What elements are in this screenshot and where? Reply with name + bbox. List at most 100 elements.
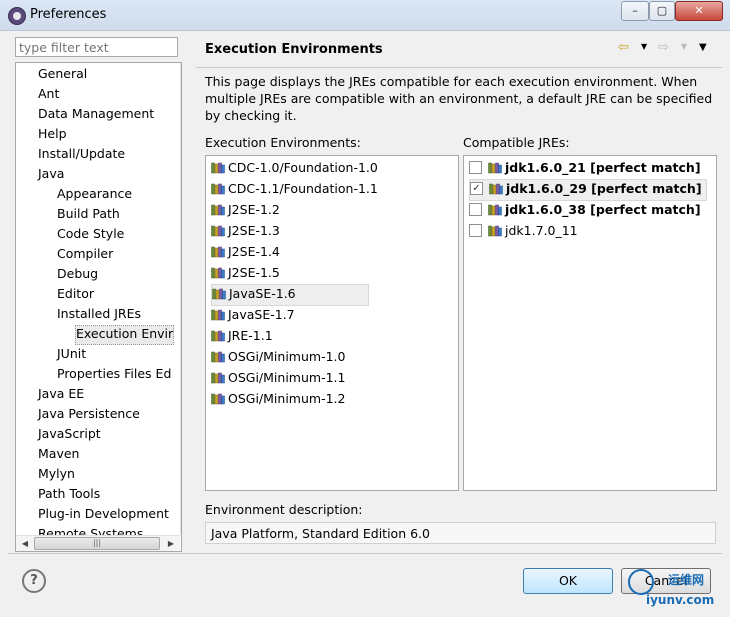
maximize-button[interactable]: ▢: [649, 1, 675, 21]
tree-item[interactable]: Debug: [57, 265, 98, 283]
minimize-button[interactable]: –: [621, 1, 649, 21]
environment-item[interactable]: JavaSE-1.7: [211, 305, 301, 325]
environment-label: OSGi/Minimum-1.0: [228, 349, 346, 364]
jre-item[interactable]: jdk1.6.0_21 [perfect match]: [469, 158, 705, 178]
jre-checkbox[interactable]: ✓: [470, 182, 483, 195]
library-icon: [488, 204, 502, 215]
jre-checkbox[interactable]: [469, 203, 482, 216]
execution-environments-label: Execution Environments:: [205, 135, 361, 150]
tree-item[interactable]: Ant: [38, 85, 59, 103]
environment-item[interactable]: JRE-1.1: [211, 326, 279, 346]
watermark-line1: 运维网: [668, 573, 705, 587]
compatible-jres-label: Compatible JREs:: [463, 135, 570, 150]
tree-item[interactable]: Code Style: [57, 225, 124, 243]
environment-label: J2SE-1.2: [228, 202, 280, 217]
environment-label: OSGi/Minimum-1.2: [228, 391, 346, 406]
library-icon: [211, 393, 225, 404]
library-icon: [489, 183, 503, 194]
tree-item[interactable]: Properties Files Ed: [57, 365, 171, 383]
back-menu-chevron-icon[interactable]: ▼: [641, 42, 647, 51]
compatible-jres-list[interactable]: jdk1.6.0_21 [perfect match] ✓ jdk1.6.0_29 …: [463, 155, 717, 491]
watermark-line2: iyunv.com: [646, 593, 715, 607]
environment-item[interactable]: CDC-1.0/Foundation-1.0: [211, 158, 384, 178]
close-button[interactable]: ✕: [675, 1, 723, 21]
environment-label: CDC-1.0/Foundation-1.0: [228, 160, 378, 175]
watermark: 运维网 iyunv.com: [628, 567, 724, 613]
environment-label: JavaSE-1.6: [229, 286, 296, 301]
jre-item[interactable]: jdk1.7.0_11: [469, 221, 582, 241]
environment-label: JavaSE-1.7: [228, 307, 295, 322]
tree-item[interactable]: Maven: [38, 445, 79, 463]
jre-checkbox[interactable]: [469, 161, 482, 174]
tree-item[interactable]: Build Path: [57, 205, 120, 223]
library-icon: [488, 225, 502, 236]
help-icon[interactable]: ?: [22, 569, 46, 593]
environment-label: JRE-1.1: [228, 328, 273, 343]
library-icon: [211, 330, 225, 341]
library-icon: [211, 204, 225, 215]
tree-item[interactable]: Install/Update: [38, 145, 125, 163]
window-title: Preferences: [30, 7, 107, 22]
library-icon: [211, 183, 225, 194]
back-arrow-icon[interactable]: ⇦: [618, 40, 629, 55]
tree-item[interactable]: Data Management: [38, 105, 154, 123]
library-icon: [211, 162, 225, 173]
environment-item[interactable]: J2SE-1.2: [211, 200, 286, 220]
library-icon: [211, 351, 225, 362]
view-menu-icon[interactable]: ▼: [699, 42, 707, 53]
environment-label: J2SE-1.5: [228, 265, 280, 280]
jre-label: jdk1.7.0_11: [505, 223, 578, 238]
footer-divider: [8, 553, 722, 554]
tree-item[interactable]: Java EE: [38, 385, 84, 403]
library-icon: [211, 225, 225, 236]
environment-item[interactable]: J2SE-1.3: [211, 221, 286, 241]
tree-item[interactable]: JUnit: [57, 345, 86, 363]
header-divider: [196, 67, 722, 68]
tree-item[interactable]: Mylyn: [38, 465, 75, 483]
scroll-left-icon[interactable]: ◀: [18, 539, 32, 548]
environment-item[interactable]: JavaSE-1.6: [211, 284, 369, 306]
environment-item[interactable]: J2SE-1.5: [211, 263, 286, 283]
environment-label: CDC-1.1/Foundation-1.1: [228, 181, 378, 196]
page-description: This page displays the JREs compatible f…: [205, 74, 713, 123]
tree-item[interactable]: Java Persistence: [38, 405, 140, 423]
tree-item[interactable]: Execution Envir: [75, 325, 175, 345]
forward-arrow-icon[interactable]: ⇨: [658, 40, 669, 55]
environment-item[interactable]: J2SE-1.4: [211, 242, 286, 262]
scroll-right-icon[interactable]: ▶: [164, 539, 178, 548]
jre-item[interactable]: jdk1.6.0_38 [perfect match]: [469, 200, 705, 220]
tree-item[interactable]: Plug-in Development: [38, 505, 169, 523]
tree-item[interactable]: Help: [38, 125, 67, 143]
tree-item[interactable]: General: [38, 65, 87, 83]
tree-item[interactable]: JavaScript: [38, 425, 101, 443]
library-icon: [488, 162, 502, 173]
environment-description-field: Java Platform, Standard Edition 6.0: [205, 522, 716, 544]
jre-label: jdk1.6.0_21 [perfect match]: [505, 160, 701, 175]
environment-item[interactable]: OSGi/Minimum-1.0: [211, 347, 351, 367]
environment-item[interactable]: CDC-1.1/Foundation-1.1: [211, 179, 384, 199]
tree-item[interactable]: Installed JREs: [57, 305, 141, 323]
preferences-tree[interactable]: General Ant Data Management Help Install/Upd…: [15, 62, 182, 552]
tree-item[interactable]: Appearance: [57, 185, 132, 203]
tree-item[interactable]: Editor: [57, 285, 94, 303]
jre-label: jdk1.6.0_38 [perfect match]: [505, 202, 701, 217]
tree-horizontal-thumb[interactable]: |||: [34, 537, 160, 550]
jre-item[interactable]: ✓ jdk1.6.0_29 [perfect match]: [469, 179, 707, 201]
forward-menu-chevron-icon[interactable]: ▼: [681, 42, 687, 51]
eclipse-app-icon: [8, 7, 26, 25]
environment-item[interactable]: OSGi/Minimum-1.1: [211, 368, 351, 388]
environment-label: J2SE-1.4: [228, 244, 280, 259]
environment-label: OSGi/Minimum-1.1: [228, 370, 346, 385]
library-icon: [211, 246, 225, 257]
environment-item[interactable]: OSGi/Minimum-1.2: [211, 389, 351, 409]
tree-item[interactable]: Path Tools: [38, 485, 100, 503]
watermark-logo-icon: [628, 569, 654, 595]
ok-button[interactable]: OK: [523, 568, 613, 594]
tree-item[interactable]: Compiler: [57, 245, 113, 263]
tree-item[interactable]: Java: [38, 165, 64, 183]
tree-vertical-scrollbar[interactable]: ▲ ▼: [180, 63, 181, 535]
execution-environments-list[interactable]: CDC-1.0/Foundation-1.0 CDC-1.1/Foundation…: [205, 155, 459, 491]
filter-input[interactable]: [15, 37, 178, 57]
jre-checkbox[interactable]: [469, 224, 482, 237]
library-icon: [212, 288, 226, 299]
